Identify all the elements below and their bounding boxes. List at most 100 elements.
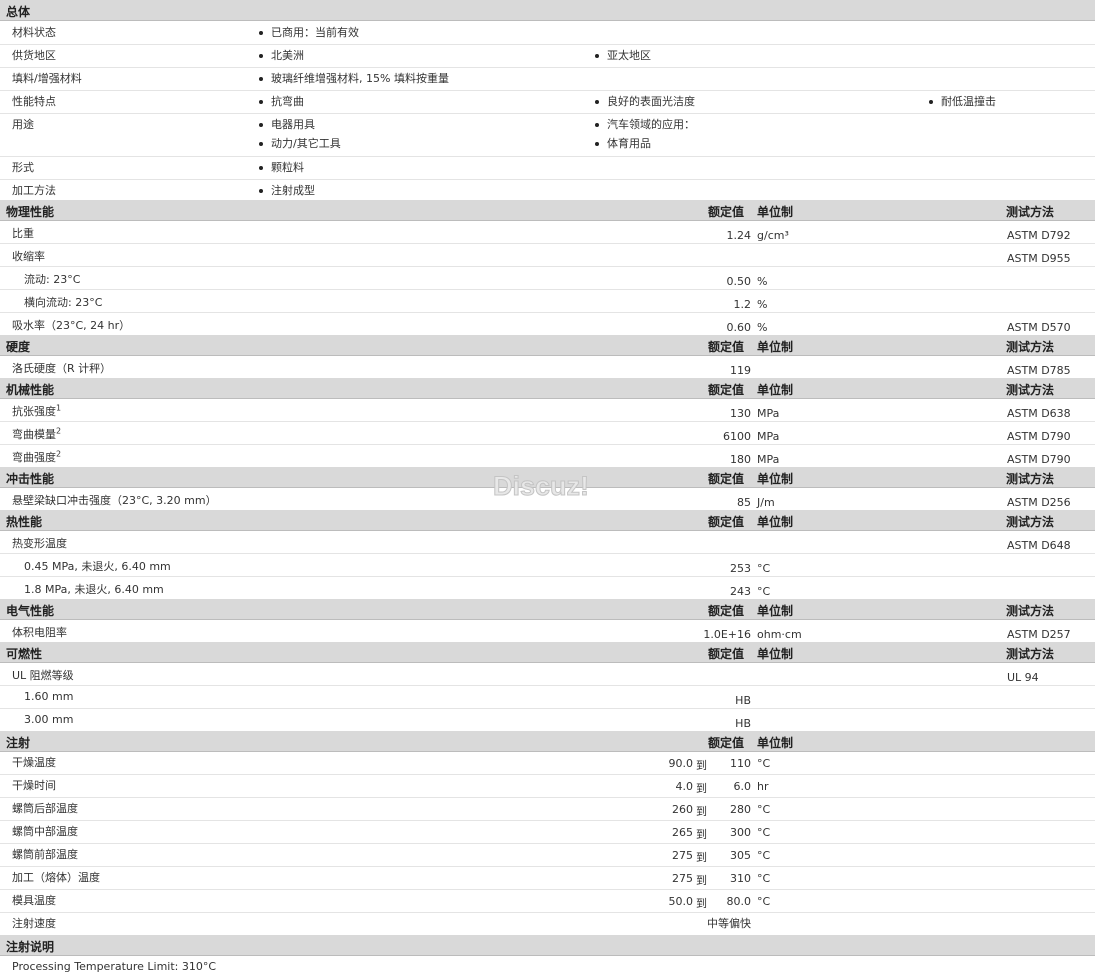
general-row: 用途 电器用具 汽车领域的应用： 动力/其它工具 体育用品 — [0, 113, 1095, 157]
unit-header: 单位制 — [757, 472, 794, 486]
unit-header: 单位制 — [757, 515, 794, 529]
unit-value: MPa — [757, 407, 780, 420]
general-item: 玻璃纤维增强材料, 15% 填料按重量 — [271, 72, 449, 85]
injection-note-text: Processing Temperature Limit: 310°C — [12, 960, 217, 973]
injection-row: 干燥温度 90.0 到 110 °C — [0, 752, 1095, 775]
general-item: 北美洲 — [271, 49, 304, 62]
range-to: 310 — [730, 872, 751, 885]
bullet-icon — [259, 142, 263, 146]
property-label: 加工（熔体）温度 — [12, 871, 100, 884]
hardness-title: 硬度 — [6, 340, 31, 354]
unit-value: hr — [757, 780, 769, 793]
nominal-header: 额定值 — [708, 604, 745, 618]
unit-value: °C — [757, 585, 771, 598]
general-row: 加工方法 注射成型 — [0, 179, 1095, 201]
property-label: 螺筒中部温度 — [12, 825, 78, 838]
property-label: 比重 — [12, 227, 34, 240]
injection-row: 螺筒前部温度 275 到 305 °C — [0, 844, 1095, 867]
property-label: 热变形温度 — [12, 537, 67, 550]
flammability-row: UL 阻燃等级 UL 94 — [0, 663, 1095, 686]
nominal-value: 85 — [737, 496, 751, 509]
injection-notes-header: 注射说明 — [0, 935, 1095, 956]
test-method: ASTM D570 — [1007, 321, 1071, 334]
unit-value: °C — [757, 849, 771, 862]
property-label: 模具温度 — [12, 894, 56, 907]
test-method: ASTM D257 — [1007, 628, 1071, 641]
electrical-title: 电气性能 — [6, 604, 55, 618]
bullet-icon — [595, 54, 599, 58]
mechanical-header: 机械性能 额定值 单位制 测试方法 — [0, 378, 1095, 399]
unit-value: % — [757, 321, 768, 334]
unit-value: MPa — [757, 453, 780, 466]
range-to: 80.0 — [726, 895, 752, 908]
general-title: 总体 — [6, 5, 31, 19]
general-row: 供货地区 北美洲 亚太地区 — [0, 44, 1095, 68]
mechanical-title: 机械性能 — [6, 383, 55, 397]
general-item: 良好的表面光洁度 — [607, 95, 695, 108]
property-label: 螺筒前部温度 — [12, 848, 78, 861]
electrical-row: 体积电阻率 1.0E+16 ohm·cm ASTM D257 — [0, 620, 1095, 643]
nominal-header: 额定值 — [708, 736, 745, 750]
unit-value: MPa — [757, 430, 780, 443]
unit-value: J/m — [757, 496, 775, 509]
thermal-title: 热性能 — [6, 515, 43, 529]
physical-row: 横向流动: 23°C 1.2% — [0, 290, 1095, 313]
nominal-header: 额定值 — [708, 340, 745, 354]
footnote-ref: 1 — [56, 403, 62, 413]
general-item: 电器用具 — [271, 118, 315, 131]
test-method-header: 测试方法 — [1006, 205, 1055, 219]
test-method-header: 测试方法 — [1006, 340, 1055, 354]
range-to-word: 到 — [696, 828, 707, 841]
bullet-icon — [259, 77, 263, 81]
unit-header: 单位制 — [757, 205, 794, 219]
property-label: 体积电阻率 — [12, 626, 67, 639]
mechanical-row: 抗张强度1 130 MPa ASTM D638 — [0, 399, 1095, 422]
test-method-header: 测试方法 — [1006, 383, 1055, 397]
property-label: 收缩率 — [12, 250, 45, 263]
electrical-header: 电气性能 额定值 单位制 测试方法 — [0, 599, 1095, 620]
property-label: 0.45 MPa, 未退火, 6.40 mm — [24, 560, 171, 573]
bullet-icon — [929, 100, 933, 104]
general-row: 性能特点 抗弯曲 良好的表面光洁度 耐低温撞击 — [0, 90, 1095, 114]
nominal-value: 243 — [730, 585, 751, 598]
test-method: ASTM D792 — [1007, 229, 1071, 242]
property-label: 1.8 MPa, 未退火, 6.40 mm — [24, 583, 164, 596]
nominal-header: 额定值 — [708, 515, 745, 529]
nominal-value: 180 — [730, 453, 751, 466]
general-row: 材料状态 已商用：当前有效 — [0, 21, 1095, 45]
bullet-icon — [595, 100, 599, 104]
unit-header: 单位制 — [757, 383, 794, 397]
general-label: 形式 — [12, 161, 34, 174]
range-from: 90.0 — [668, 757, 694, 770]
general-label: 用途 — [12, 118, 34, 131]
unit-value: % — [757, 275, 768, 288]
unit-header: 单位制 — [757, 604, 794, 618]
property-label: 螺筒后部温度 — [12, 802, 78, 815]
property-label: UL 阻燃等级 — [12, 669, 74, 682]
injection-row: 模具温度 50.0 到 80.0 °C — [0, 890, 1095, 913]
injection-row: 干燥时间 4.0 到 6.0 hr — [0, 775, 1095, 798]
range-to: 6.0 — [733, 780, 752, 793]
nominal-header: 额定值 — [708, 205, 745, 219]
nominal-value: 0.60 — [726, 321, 752, 334]
general-label: 性能特点 — [12, 95, 56, 108]
nominal-header: 额定值 — [708, 383, 745, 397]
unit-value: °C — [757, 757, 771, 770]
footnote-ref: 2 — [56, 426, 62, 436]
physical-row: 吸水率（23°C, 24 hr） 0.60% ASTM D570 — [0, 313, 1095, 336]
test-method: ASTM D790 — [1007, 430, 1071, 443]
nominal-value: 253 — [730, 562, 751, 575]
range-from: 50.0 — [668, 895, 694, 908]
property-label: 1.60 mm — [24, 690, 74, 703]
bullet-icon — [595, 123, 599, 127]
general-label: 填料/增强材料 — [12, 72, 82, 85]
injection-row: 螺筒后部温度 260 到 280 °C — [0, 798, 1095, 821]
range-to-word: 到 — [696, 897, 707, 910]
thermal-row: 热变形温度 ASTM D648 — [0, 531, 1095, 554]
general-item: 动力/其它工具 — [271, 137, 341, 150]
test-method-header: 测试方法 — [1006, 515, 1055, 529]
unit-value: °C — [757, 826, 771, 839]
mechanical-row: 弯曲模量2 6100 MPa ASTM D790 — [0, 422, 1095, 445]
injection-notes-title: 注射说明 — [6, 940, 55, 954]
unit-value: °C — [757, 803, 771, 816]
